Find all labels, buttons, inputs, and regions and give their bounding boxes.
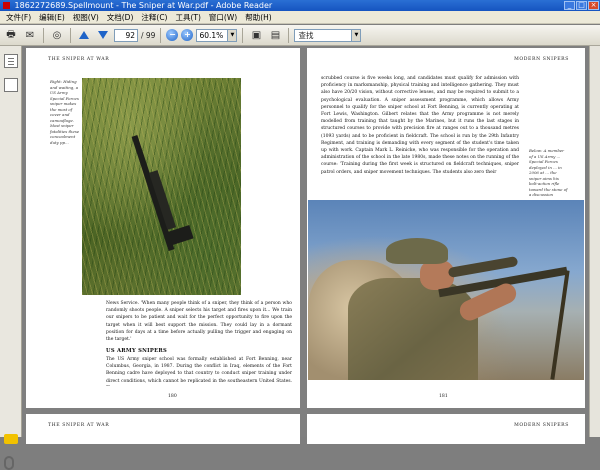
pdf-page-right: MODERN SNIPERS scrubbed course is five w… (307, 48, 585, 408)
photo-caption: Below: A member of a US Army ... Special… (529, 148, 568, 197)
pdf-page-next-left: THE SNIPER AT WAR (26, 414, 300, 444)
search-field[interactable]: 查找 ▼ (294, 28, 362, 42)
menu-file[interactable]: 文件(F) (2, 12, 35, 23)
minimize-button[interactable]: _ (564, 1, 575, 10)
rifle-scope (447, 255, 519, 279)
pages-icon[interactable] (4, 54, 18, 68)
menu-comments[interactable]: 注释(C) (137, 12, 171, 23)
photo-sniper-in-grass (82, 78, 241, 295)
email-icon[interactable]: ✉ (22, 27, 38, 43)
menu-document[interactable]: 文档(D) (103, 12, 138, 23)
pdf-page-next-right: MODERN SNIPERS (307, 414, 585, 444)
comments-icon[interactable] (4, 434, 18, 444)
window-controls: _ □ × (564, 1, 599, 10)
photo-caption: Right: Hiding and waiting, a US Army Spe… (50, 79, 80, 145)
zoom-in-icon[interactable]: + (181, 29, 194, 41)
page-up-icon[interactable] (76, 27, 92, 43)
running-head: THE SNIPER AT WAR (48, 57, 110, 62)
toolbar: 🖶 ✉ ◎ 92 / 99 − + 60.1% ▼ ▣ ▤ 查找 ▼ (0, 25, 600, 46)
menu-bar: 文件(F) 编辑(E) 视图(V) 文档(D) 注释(C) 工具(T) 窗口(W… (0, 11, 600, 24)
attachments-icon[interactable] (4, 78, 18, 92)
zoom-value[interactable]: 60.1% (196, 28, 229, 42)
page-down-icon[interactable] (95, 27, 111, 43)
paperclip-icon[interactable] (4, 456, 14, 470)
print-icon[interactable]: 🖶 (3, 27, 19, 43)
menu-tools[interactable]: 工具(T) (171, 12, 204, 23)
photo-sniper-aiming (308, 200, 584, 380)
toolbar-separator (70, 27, 71, 43)
menu-view[interactable]: 视图(V) (69, 12, 103, 23)
page-number: 181 (439, 394, 448, 399)
title-bar: 1862272689.Spellmount - The Sniper at Wa… (0, 0, 600, 11)
globe-icon[interactable]: ◎ (49, 27, 65, 43)
zoom-select[interactable]: 60.1% ▼ (196, 28, 238, 42)
body-text-bottom: The US Army sniper school was formally e… (106, 357, 292, 386)
window-title: 1862272689.Spellmount - The Sniper at Wa… (14, 1, 273, 10)
toolbar-separator (242, 27, 244, 43)
soldier-hat (386, 238, 448, 264)
page-number: 180 (168, 394, 177, 399)
chevron-down-icon[interactable]: ▼ (352, 28, 362, 42)
body-text-top: scrubbed course is five weeks long, and … (321, 76, 519, 175)
section-subhead: US ARMY SNIPERS (106, 348, 167, 354)
fit-page-icon[interactable]: ▣ (248, 27, 264, 43)
toolbar-separator (288, 27, 290, 43)
running-head: MODERN SNIPERS (514, 57, 569, 62)
navigation-panel (0, 46, 22, 470)
running-head: THE SNIPER AT WAR (48, 423, 110, 428)
adobe-reader-icon (3, 2, 10, 9)
page-number-input[interactable]: 92 (114, 28, 138, 42)
zoom-out-icon[interactable]: − (166, 29, 179, 41)
close-button[interactable]: × (588, 1, 599, 10)
maximize-button[interactable]: □ (576, 1, 587, 10)
fit-width-icon[interactable]: ▤ (267, 27, 283, 43)
pdf-page-left: THE SNIPER AT WAR Right: Hiding and wait… (26, 48, 300, 408)
menu-edit[interactable]: 编辑(E) (35, 12, 69, 23)
search-input[interactable]: 查找 (294, 28, 353, 42)
page-total-label: / 99 (141, 30, 156, 40)
shooting-stick (550, 270, 570, 380)
menu-window[interactable]: 窗口(W) (205, 12, 241, 23)
toolbar-separator (43, 27, 44, 43)
menu-help[interactable]: 帮助(H) (241, 12, 276, 23)
vertical-scrollbar[interactable] (589, 46, 600, 437)
chevron-down-icon[interactable]: ▼ (228, 28, 238, 42)
rifle-barrel (131, 135, 175, 251)
document-area[interactable]: THE SNIPER AT WAR Right: Hiding and wait… (22, 46, 600, 444)
running-head: MODERN SNIPERS (514, 423, 569, 428)
toolbar-separator (160, 27, 162, 43)
